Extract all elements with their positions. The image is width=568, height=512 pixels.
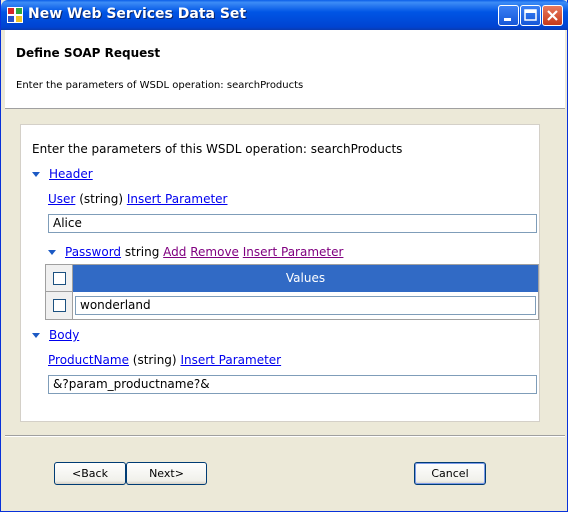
productname-param-type: (string) [132,353,177,367]
user-insert-parameter-link[interactable]: Insert Parameter [127,192,228,206]
add-value-link[interactable]: Add [163,245,186,259]
intro-text: Enter the parameters of this WSDL operat… [32,142,403,156]
select-all-cell[interactable] [46,265,73,292]
collapse-triangle-icon[interactable] [48,250,56,255]
password-value-input[interactable]: wonderland [75,296,536,315]
user-value-input[interactable]: Alice [48,214,537,233]
row-header-cell[interactable] [46,292,73,319]
password-param-type: string [124,245,160,259]
next-button[interactable]: Next> [126,462,207,485]
remove-value-link[interactable]: Remove [190,245,239,259]
password-insert-parameter-link[interactable]: Insert Parameter [243,245,344,259]
header-section-link[interactable]: Header [49,167,93,181]
back-button[interactable]: <Back [54,462,126,485]
app-icon [7,7,23,23]
checkbox-icon[interactable] [53,272,66,285]
close-button[interactable] [542,5,563,26]
password-values-grid: Values wonderland [45,264,539,320]
checkbox-icon[interactable] [53,299,66,312]
maximize-button[interactable] [520,5,541,26]
cancel-button[interactable]: Cancel [414,462,486,485]
collapse-triangle-icon[interactable] [32,333,40,338]
title-bar[interactable]: New Web Services Data Set [1,0,568,30]
footer-divider [5,435,565,437]
productname-insert-parameter-link[interactable]: Insert Parameter [180,353,281,367]
window-title: New Web Services Data Set [28,6,247,22]
page-subtitle: Enter the parameters of WSDL operation: … [16,80,304,91]
page-title: Define SOAP Request [16,46,161,60]
minimize-icon [504,18,511,21]
collapse-triangle-icon[interactable] [32,172,40,177]
user-param-link[interactable]: User [48,192,75,206]
wizard-header: Define SOAP Request Enter the parameters… [5,30,565,109]
productname-value-input[interactable]: &?param_productname?& [48,375,537,394]
productname-param-link[interactable]: ProductName [48,353,129,367]
body-section-link[interactable]: Body [49,328,79,342]
parameters-panel: Enter the parameters of this WSDL operat… [20,124,540,422]
maximize-icon [524,9,537,21]
values-column-header: Values [73,265,538,292]
password-param-link[interactable]: Password [65,245,121,259]
close-icon [547,10,558,21]
productname-param-row: ProductName (string) Insert Parameter [48,353,281,367]
dialog-window: New Web Services Data Set Define SOAP Re… [0,0,568,512]
password-param-row: Password string Add Remove Insert Parame… [65,245,343,259]
user-param-type: (string) [79,192,123,206]
minimize-button[interactable] [498,5,519,26]
user-param-row: User (string) Insert Parameter [48,192,228,206]
